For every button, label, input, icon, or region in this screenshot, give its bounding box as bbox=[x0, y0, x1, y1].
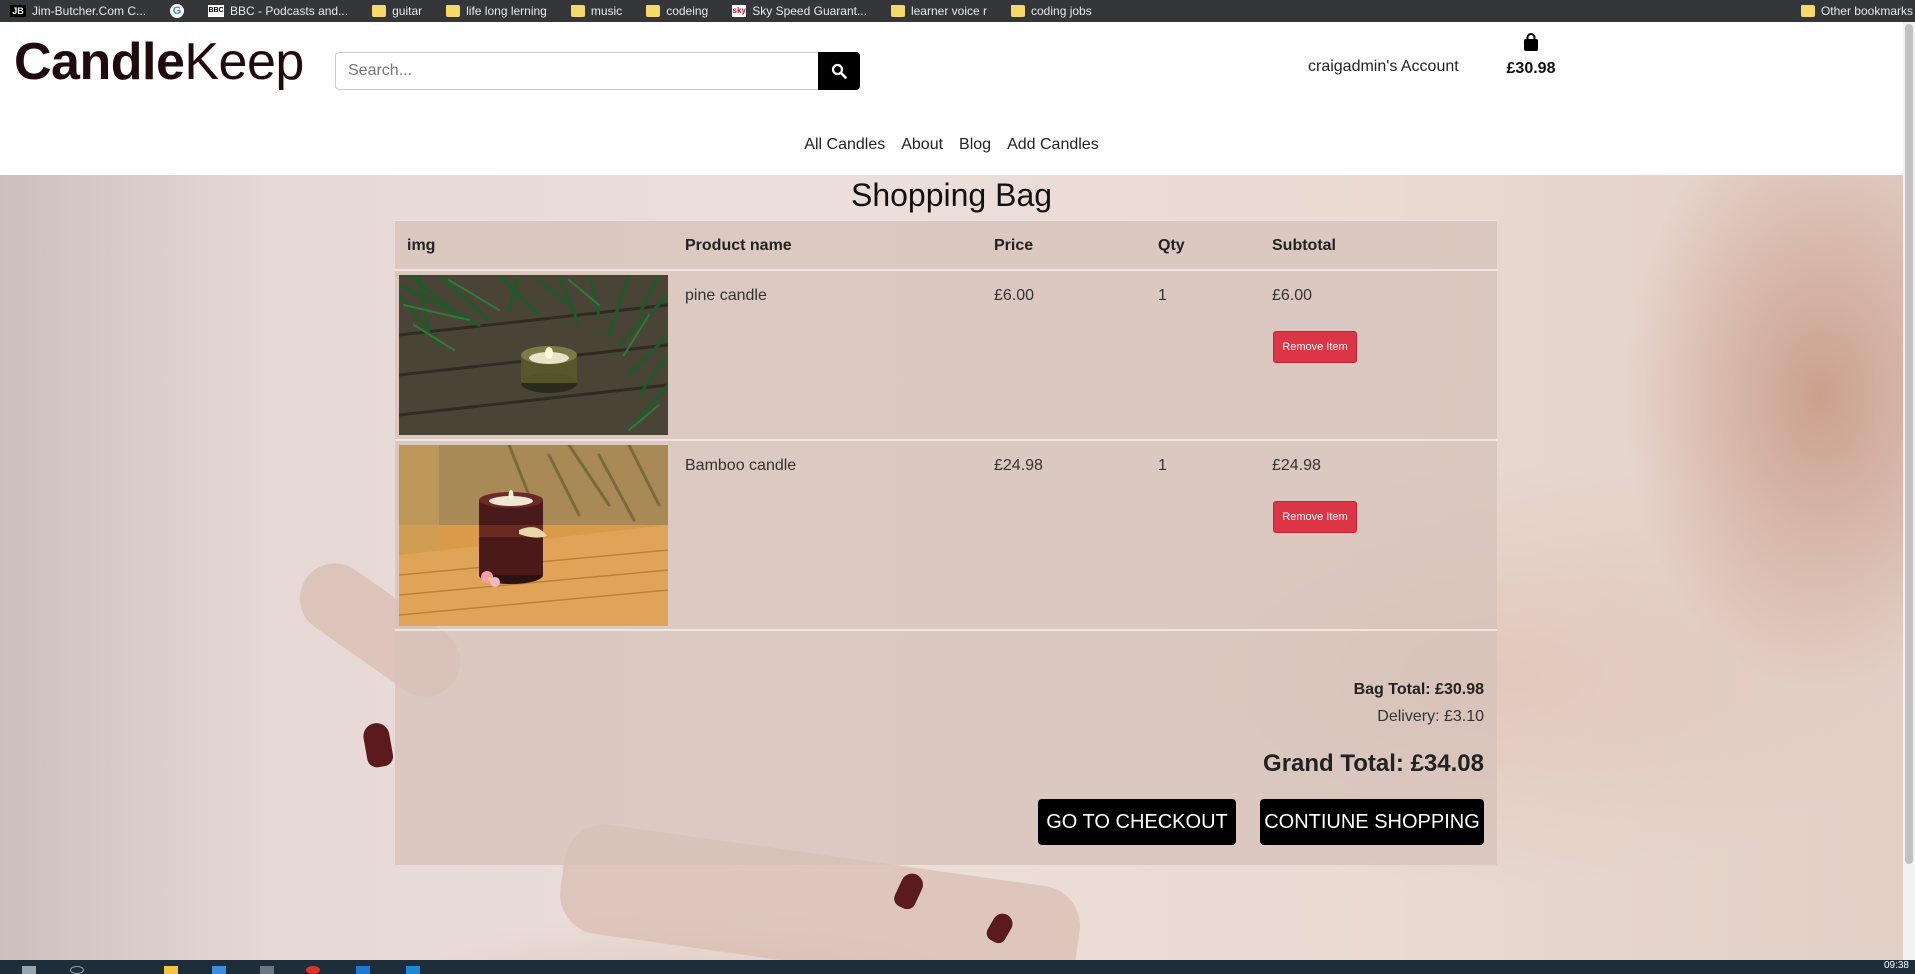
delivery-cost: Delivery: £3.10 bbox=[1377, 708, 1484, 725]
bookmark-label: guitar bbox=[392, 4, 423, 18]
app-icon[interactable] bbox=[260, 966, 274, 974]
product-name: pine candle bbox=[685, 287, 767, 304]
bookmark-guitar[interactable]: guitar bbox=[362, 0, 436, 22]
other-bookmarks-label: Other bookmarks bbox=[1820, 4, 1913, 18]
pine-candle-image bbox=[399, 275, 668, 435]
bookmark-bbc[interactable]: BBC BBC - Podcasts and... bbox=[198, 0, 362, 22]
nav-blog[interactable]: Blog bbox=[959, 136, 991, 154]
scrollbar-thumb[interactable] bbox=[1905, 24, 1913, 864]
bookmark-label: Sky Speed Guarant... bbox=[752, 4, 867, 18]
bbc-icon: BBC bbox=[208, 5, 225, 17]
folder-icon bbox=[570, 5, 585, 17]
logo-bold-text: Candle bbox=[14, 33, 185, 91]
logo-light-text: Keep bbox=[184, 33, 304, 91]
go-to-checkout-button[interactable]: GO TO CHECKOUT bbox=[1038, 799, 1236, 845]
bookmark-label: Jim-Butcher.Com C... bbox=[32, 4, 147, 18]
folder-icon bbox=[372, 5, 387, 17]
search-icon[interactable] bbox=[70, 966, 84, 974]
shopping-bag-icon bbox=[1524, 33, 1538, 51]
folder-icon bbox=[646, 5, 661, 17]
bamboo-candle-image bbox=[399, 445, 668, 626]
bookmark-label: codeing bbox=[666, 4, 709, 18]
folder-icon bbox=[446, 5, 461, 17]
product-price: £6.00 bbox=[994, 287, 1035, 304]
folder-icon bbox=[890, 5, 905, 17]
bookmarks-bar: JB Jim-Butcher.Com C... G BBC BBC - Podc… bbox=[0, 0, 1915, 22]
jb-icon: JB bbox=[10, 5, 26, 17]
nav-add-candles[interactable]: Add Candles bbox=[1007, 136, 1099, 154]
page-title: Shopping Bag bbox=[850, 177, 1053, 213]
product-qty: 1 bbox=[1158, 457, 1167, 474]
site-logo[interactable]: CandleKeep bbox=[14, 32, 304, 92]
page-scrollbar[interactable] bbox=[1903, 22, 1915, 960]
column-header-subtotal: Subtotal bbox=[1272, 237, 1336, 254]
bookmark-sky-speed[interactable]: sky Sky Speed Guarant... bbox=[722, 0, 881, 22]
bag-total: Bag Total: £30.98 bbox=[1353, 681, 1484, 698]
app-icon[interactable] bbox=[406, 966, 420, 974]
search-form bbox=[335, 52, 860, 90]
store-icon[interactable] bbox=[212, 966, 226, 974]
chrome-icon[interactable] bbox=[306, 966, 320, 974]
column-header-product-name: Product name bbox=[685, 237, 792, 254]
account-link[interactable]: craigadmin's Account bbox=[1308, 58, 1459, 76]
continue-shopping-button[interactable]: CONTIUNE SHOPPING bbox=[1260, 799, 1484, 845]
search-button[interactable] bbox=[818, 52, 860, 90]
bookmark-jim-butcher[interactable]: JB Jim-Butcher.Com C... bbox=[0, 0, 160, 22]
main-nav: All Candles About Blog Add Candles bbox=[0, 136, 1903, 154]
product-subtotal: £24.98 bbox=[1272, 457, 1321, 474]
bookmark-music[interactable]: music bbox=[561, 0, 636, 22]
table-row: pine candle £6.00 1 £6.00 Remove Item bbox=[395, 271, 1497, 441]
bookmark-codeing[interactable]: codeing bbox=[636, 0, 722, 22]
product-price: £24.98 bbox=[994, 457, 1043, 474]
bookmark-life-long-lerning[interactable]: life long lerning bbox=[436, 0, 561, 22]
start-icon[interactable] bbox=[22, 966, 36, 974]
table-header-row: img Product name Price Qty Subtotal bbox=[395, 221, 1497, 271]
shopping-bag-link[interactable]: £30.98 bbox=[1506, 32, 1556, 78]
bookmark-google[interactable]: G bbox=[160, 0, 198, 22]
folder-icon bbox=[1800, 5, 1815, 17]
bookmark-label: BBC - Podcasts and... bbox=[230, 4, 349, 18]
product-qty: 1 bbox=[1158, 287, 1167, 304]
bookmark-label: life long lerning bbox=[466, 4, 547, 18]
bookmark-label: music bbox=[590, 4, 623, 18]
site-header: CandleKeep craigadmin's Account £30.98 A… bbox=[0, 22, 1903, 175]
bookmark-label: learner voice r bbox=[910, 4, 987, 18]
column-header-price: Price bbox=[994, 237, 1034, 254]
search-icon bbox=[831, 63, 847, 79]
search-input[interactable] bbox=[335, 52, 818, 90]
os-taskbar: 09:38 bbox=[0, 960, 1915, 974]
grand-total: Grand Total: £34.08 bbox=[1263, 750, 1484, 777]
bookmark-coding-jobs[interactable]: coding jobs bbox=[1001, 0, 1106, 22]
vscode-icon[interactable] bbox=[356, 966, 370, 974]
shopping-bag-table: img Product name Price Qty Subtotal pine… bbox=[395, 220, 1497, 865]
product-subtotal: £6.00 bbox=[1272, 287, 1313, 304]
bookmark-learner-voice[interactable]: learner voice r bbox=[881, 0, 1001, 22]
folder-icon bbox=[1011, 5, 1025, 17]
bag-total-amount: £30.98 bbox=[1506, 60, 1556, 77]
table-row: Bamboo candle £24.98 1 £24.98 Remove Ite… bbox=[395, 441, 1497, 631]
remove-item-button[interactable]: Remove Item bbox=[1273, 501, 1357, 533]
column-header-img: img bbox=[407, 237, 436, 254]
fingernail-shape bbox=[361, 721, 395, 769]
nav-all-candles[interactable]: All Candles bbox=[804, 136, 885, 154]
remove-item-button[interactable]: Remove Item bbox=[1273, 331, 1357, 363]
column-header-qty: Qty bbox=[1158, 237, 1185, 254]
bookmark-label: coding jobs bbox=[1031, 4, 1092, 18]
file-explorer-icon[interactable] bbox=[164, 966, 178, 974]
nav-about[interactable]: About bbox=[901, 136, 943, 154]
taskbar-clock: 09:38 bbox=[1883, 960, 1909, 971]
sky-icon: sky bbox=[732, 5, 747, 17]
product-name: Bamboo candle bbox=[685, 457, 797, 474]
other-bookmarks[interactable]: Other bookmarks bbox=[1800, 0, 1915, 22]
google-icon: G bbox=[170, 4, 185, 18]
